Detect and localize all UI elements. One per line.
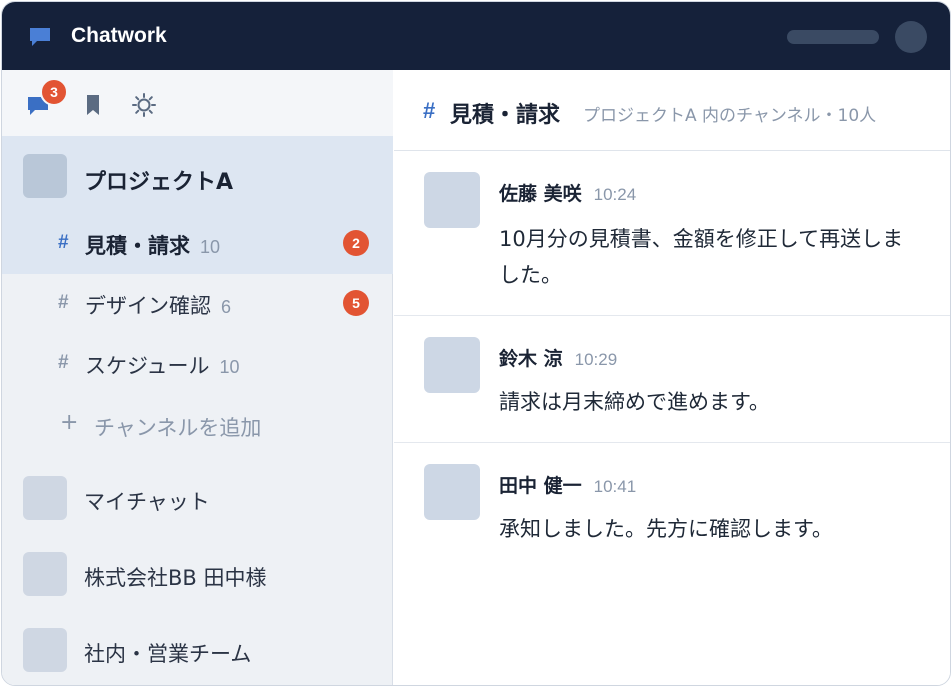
channel-unread-badge: 5 bbox=[343, 290, 369, 316]
app-name: Chatwork bbox=[71, 24, 167, 47]
channel-hash-icon: # bbox=[423, 98, 436, 123]
message-item: 鈴木 涼 10:29 請求は月末締めで進めます。 bbox=[394, 316, 950, 443]
settings-icon bbox=[132, 93, 156, 117]
sidebar-tabs: 3 bbox=[2, 70, 393, 136]
room-avatar bbox=[23, 552, 67, 596]
add-channel-button[interactable]: + チャンネルを追加 bbox=[2, 396, 393, 456]
channel-item-schedule[interactable]: # スケジュール 10 bbox=[2, 334, 393, 394]
chatwork-logo-icon bbox=[30, 28, 50, 46]
message-text: 10月分の見積書、金額を修正して再送しました。 bbox=[499, 227, 904, 287]
channel-label: デザイン確認 6 bbox=[85, 294, 232, 318]
room-name: 社内・営業チーム bbox=[84, 642, 252, 666]
room-avatar bbox=[23, 628, 67, 672]
channel-member-count: 10 bbox=[219, 357, 240, 377]
message-author: 田中 健一 10:41 bbox=[499, 475, 637, 497]
channel-member-count: 6 bbox=[221, 297, 232, 317]
bookmark-icon bbox=[87, 95, 99, 115]
channel-unread-badge: 2 bbox=[343, 230, 369, 256]
app-window: Chatwork 3 プロジェクトA # 見積・請求 10 2 # デザイン確認… bbox=[1, 1, 951, 686]
plus-icon: + bbox=[60, 410, 79, 435]
message-author: 鈴木 涼 10:29 bbox=[499, 348, 618, 370]
top-search-bar[interactable] bbox=[787, 30, 879, 44]
author-avatar[interactable] bbox=[424, 337, 480, 393]
room-name: マイチャット bbox=[84, 490, 210, 514]
message-time: 10:29 bbox=[574, 350, 618, 369]
room-item-bb-tanaka[interactable]: 株式会社BB 田中様 bbox=[2, 536, 393, 612]
channel-header: # 見積・請求 プロジェクトA 内のチャンネル・10人 bbox=[394, 70, 950, 151]
channel-subtitle: プロジェクトA 内のチャンネル・10人 bbox=[583, 106, 877, 126]
message-time: 10:41 bbox=[593, 477, 637, 496]
room-item-my-chat[interactable]: マイチャット bbox=[2, 460, 393, 536]
tab-settings[interactable] bbox=[131, 92, 157, 118]
top-bar: Chatwork bbox=[2, 2, 950, 70]
channel-title: 見積・請求 bbox=[450, 103, 561, 128]
channel-label: 見積・請求 10 bbox=[85, 234, 221, 258]
channel-item-estimate-billing[interactable]: # 見積・請求 10 2 bbox=[2, 214, 393, 274]
add-channel-label: チャンネルを追加 bbox=[94, 416, 262, 440]
message-author: 佐藤 美咲 10:24 bbox=[499, 183, 637, 205]
channel-member-count: 10 bbox=[200, 237, 221, 257]
tab-bookmarks[interactable] bbox=[82, 92, 108, 118]
room-name: 株式会社BB 田中様 bbox=[84, 566, 267, 590]
group-avatar bbox=[23, 154, 67, 198]
user-avatar[interactable] bbox=[895, 21, 927, 53]
message-time: 10:24 bbox=[593, 185, 637, 204]
author-avatar[interactable] bbox=[424, 172, 480, 228]
message-text: 請求は月末締めで進めます。 bbox=[499, 390, 770, 414]
group-name: プロジェクトA bbox=[84, 170, 234, 195]
message-text: 承知しました。先方に確認します。 bbox=[499, 517, 833, 541]
channel-hash-icon: # bbox=[58, 232, 69, 253]
chat-main: # 見積・請求 プロジェクトA 内のチャンネル・10人 佐藤 美咲 10:24 1… bbox=[394, 70, 950, 685]
message-item: 佐藤 美咲 10:24 10月分の見積書、金額を修正して再送しました。 bbox=[394, 151, 950, 316]
author-avatar[interactable] bbox=[424, 464, 480, 520]
channel-item-design-review[interactable]: # デザイン確認 6 5 bbox=[2, 274, 393, 334]
channel-label: スケジュール 10 bbox=[85, 354, 240, 378]
channel-hash-icon: # bbox=[58, 352, 69, 373]
room-avatar bbox=[23, 476, 67, 520]
message-item: 田中 健一 10:41 承知しました。先方に確認します。 bbox=[394, 443, 950, 570]
chat-unread-badge: 3 bbox=[40, 78, 68, 106]
channel-hash-icon: # bbox=[58, 292, 69, 313]
sidebar: 3 プロジェクトA # 見積・請求 10 2 # デザイン確認 6 5 # スケ… bbox=[2, 70, 393, 685]
room-item-sales-team[interactable]: 社内・営業チーム bbox=[2, 612, 393, 685]
